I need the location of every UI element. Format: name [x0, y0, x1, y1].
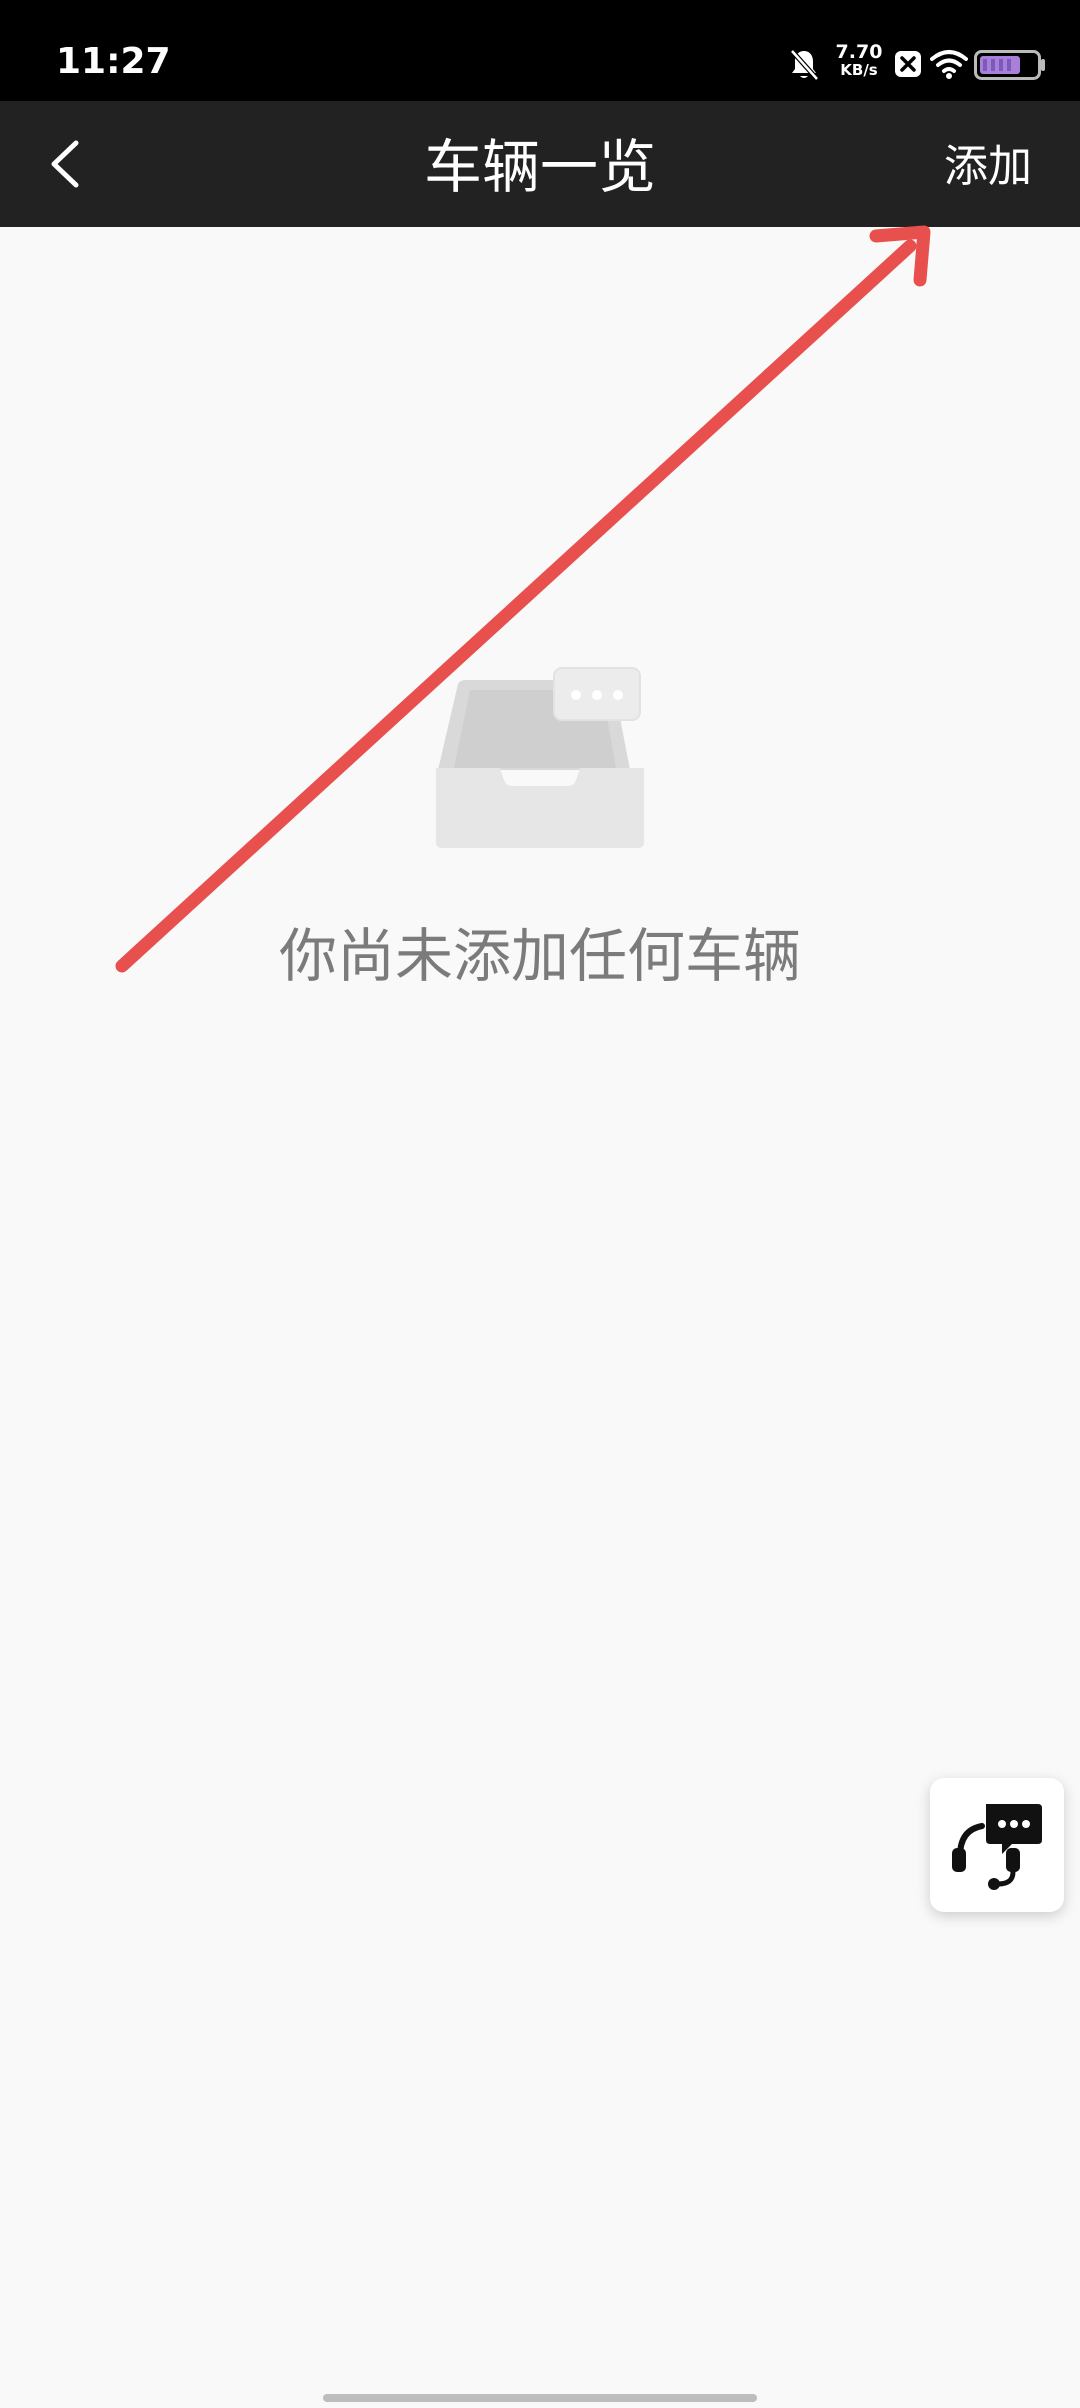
back-button[interactable]: [34, 129, 104, 199]
customer-support-button[interactable]: [930, 1778, 1064, 1912]
add-vehicle-button[interactable]: 添加: [944, 139, 1032, 195]
screen: 11:27 7.70 KB/s 车辆一览 添加 你尚未添加任何车辆: [0, 0, 1080, 2408]
bell-muted-icon: [788, 48, 820, 86]
page-title: 车辆一览: [423, 133, 656, 201]
app-bar: 车辆一览 添加: [0, 101, 1080, 227]
status-icons: 7.70 KB/s: [788, 30, 1045, 100]
status-bar: 11:27 7.70 KB/s: [0, 0, 1080, 101]
app-notification-icon: [894, 50, 922, 82]
network-speed: 7.70 KB/s: [830, 42, 888, 78]
customer-support-headset-icon: [952, 1804, 1042, 1890]
battery-icon: [974, 50, 1046, 84]
status-time: 11:27: [56, 41, 171, 82]
empty-state-message: 你尚未添加任何车辆: [278, 922, 801, 990]
net-speed-unit: KB/s: [840, 61, 878, 79]
wifi-icon: [930, 48, 968, 84]
empty-inbox-tray-icon: [430, 660, 650, 850]
home-indicator[interactable]: [323, 2394, 757, 2402]
net-speed-value: 7.70: [835, 41, 883, 63]
chevron-left-icon: [51, 140, 79, 188]
